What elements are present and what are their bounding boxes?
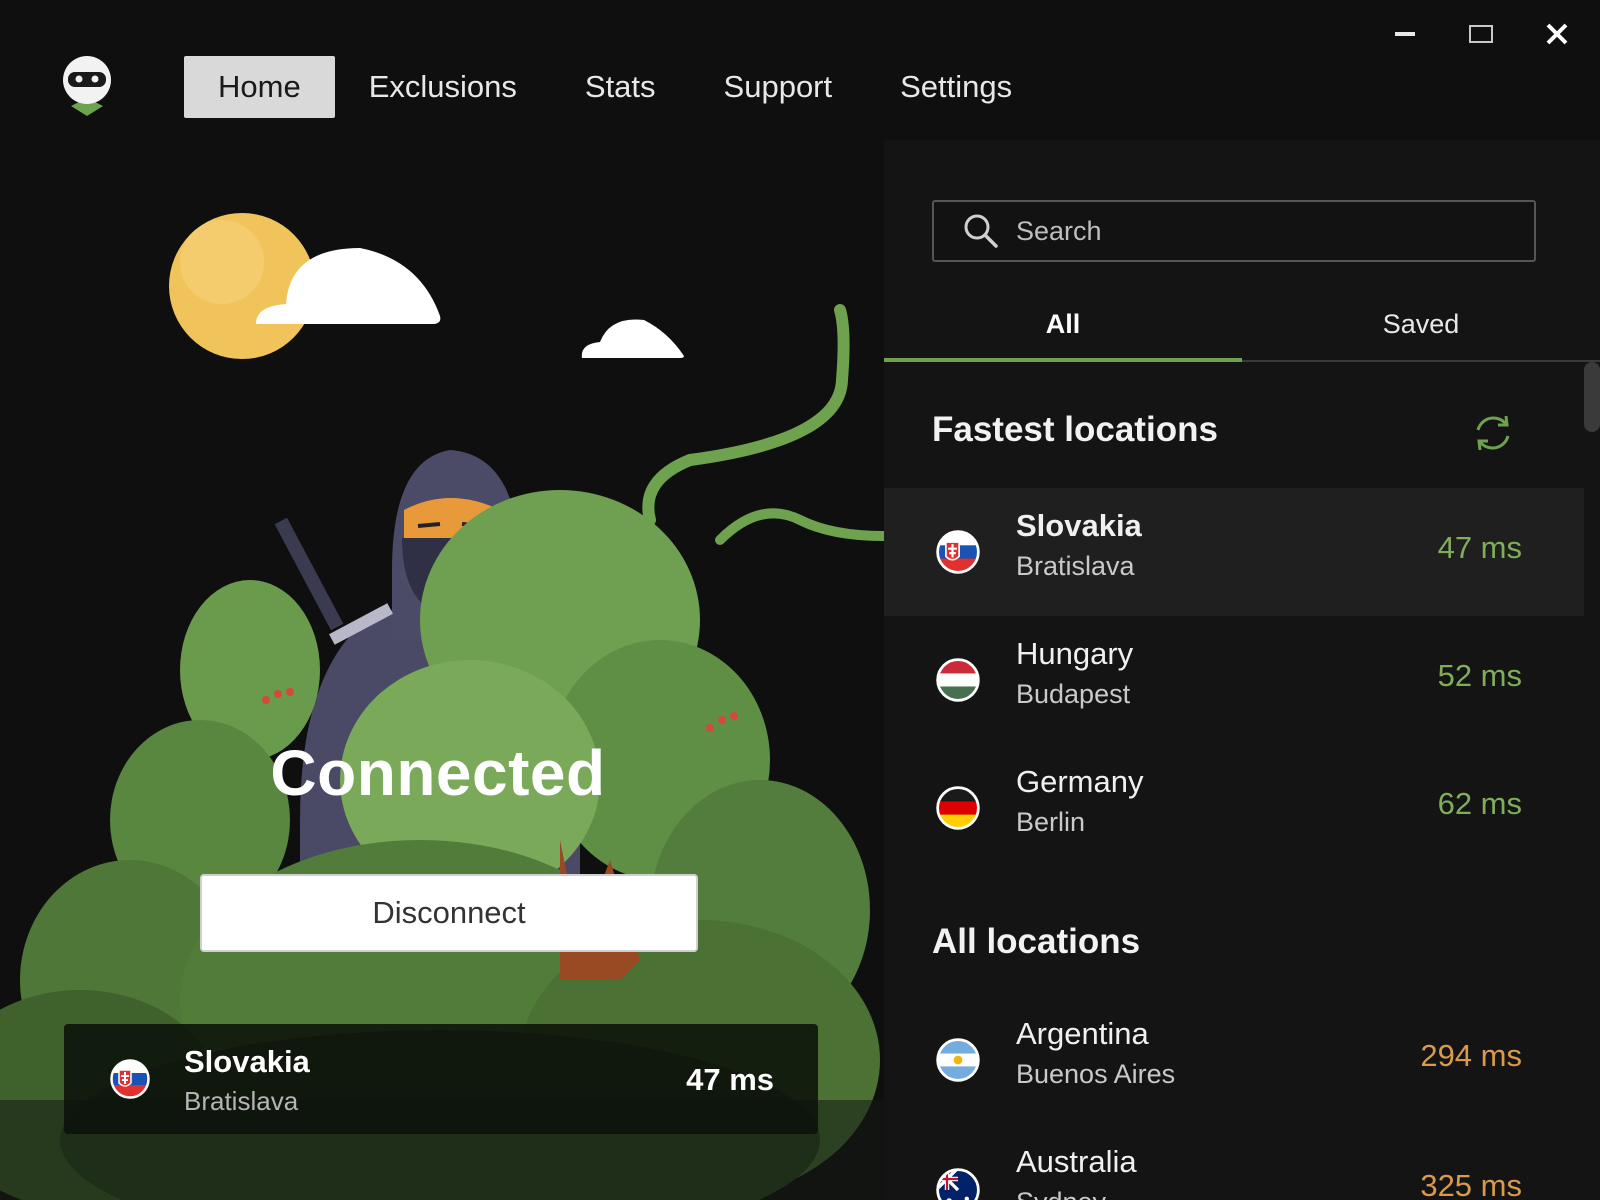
all-locations-title: All locations: [932, 922, 1141, 961]
tab-saved[interactable]: Saved: [1242, 300, 1600, 360]
tab-support[interactable]: Support: [690, 56, 867, 118]
location-ping: 62 ms: [1437, 786, 1522, 821]
fastest-locations-title: Fastest locations: [932, 410, 1218, 449]
main-navigation: Home Exclusions Stats Support Settings: [184, 56, 1046, 118]
location-ping: 52 ms: [1437, 658, 1522, 693]
location-city: Berlin: [1016, 807, 1086, 837]
connection-status-label: Connected: [270, 737, 606, 809]
location-country: Hungary: [1016, 636, 1134, 671]
location-row-argentina[interactable]: Argentina Buenos Aires 294 ms: [884, 996, 1584, 1124]
location-city: Bratislava: [1016, 551, 1135, 581]
maximize-button[interactable]: [1458, 16, 1504, 52]
vine-shape: [642, 304, 850, 526]
tab-exclusions[interactable]: Exclusions: [335, 56, 551, 118]
location-city: Sydney: [1016, 1187, 1106, 1200]
current-ping: 47 ms: [686, 1062, 774, 1097]
locations-panel: All Saved Fastest locations: [884, 140, 1600, 1200]
location-row-germany[interactable]: Germany Berlin 62 ms: [884, 744, 1584, 872]
location-city: Budapest: [1016, 679, 1131, 709]
location-country: Australia: [1016, 1144, 1137, 1179]
cloud-small-shape: [581, 319, 684, 358]
disconnect-button[interactable]: Disconnect: [200, 874, 698, 952]
flag-germany-icon: [936, 786, 980, 830]
search-box[interactable]: [932, 200, 1536, 262]
vine-tendril-shape: [715, 508, 884, 545]
location-city: Buenos Aires: [1016, 1059, 1176, 1089]
location-country: Argentina: [1016, 1016, 1149, 1051]
location-country: Germany: [1016, 764, 1144, 799]
window-controls: [1382, 16, 1580, 52]
location-country: Slovakia: [1016, 508, 1142, 543]
flag-argentina-icon: [936, 1038, 980, 1082]
close-button[interactable]: [1534, 16, 1580, 52]
current-country: Slovakia: [184, 1044, 310, 1079]
close-icon: [1546, 23, 1568, 45]
minimize-button[interactable]: [1382, 16, 1428, 52]
current-city: Bratislava: [184, 1086, 299, 1116]
flag-australia-icon: [936, 1168, 980, 1200]
location-row-hungary[interactable]: Hungary Budapest 52 ms: [884, 616, 1584, 744]
flag-slovakia-icon: [110, 1059, 150, 1099]
tab-home[interactable]: Home: [184, 56, 335, 118]
tab-stats[interactable]: Stats: [551, 56, 690, 118]
search-input[interactable]: [1014, 214, 1498, 248]
vpn-app-window: Home Exclusions Stats Support Settings C…: [0, 0, 1600, 1200]
location-ping: 325 ms: [1420, 1168, 1522, 1200]
list-tabs: All Saved: [884, 300, 1600, 362]
connection-status: Connected: [0, 736, 884, 810]
tab-all[interactable]: All: [884, 300, 1242, 362]
flag-hungary-icon: [936, 658, 980, 702]
ninja-logo-icon: [63, 56, 111, 116]
search-icon: [964, 214, 998, 248]
scrollbar-thumb[interactable]: [1584, 362, 1600, 432]
tab-settings[interactable]: Settings: [866, 56, 1046, 118]
location-row-slovakia[interactable]: Slovakia Bratislava 47 ms: [884, 488, 1584, 616]
current-location-card[interactable]: Slovakia Bratislava 47 ms: [64, 1024, 818, 1134]
location-ping: 294 ms: [1420, 1038, 1522, 1073]
minimize-icon: [1395, 32, 1415, 36]
flag-slovakia-icon: [936, 530, 980, 574]
location-ping: 47 ms: [1437, 530, 1522, 565]
refresh-icon[interactable]: [1470, 410, 1516, 456]
moon-highlight-shape: [180, 220, 264, 304]
maximize-icon: [1469, 25, 1493, 43]
location-row-australia[interactable]: Australia Sydney 325 ms: [884, 1124, 1584, 1200]
